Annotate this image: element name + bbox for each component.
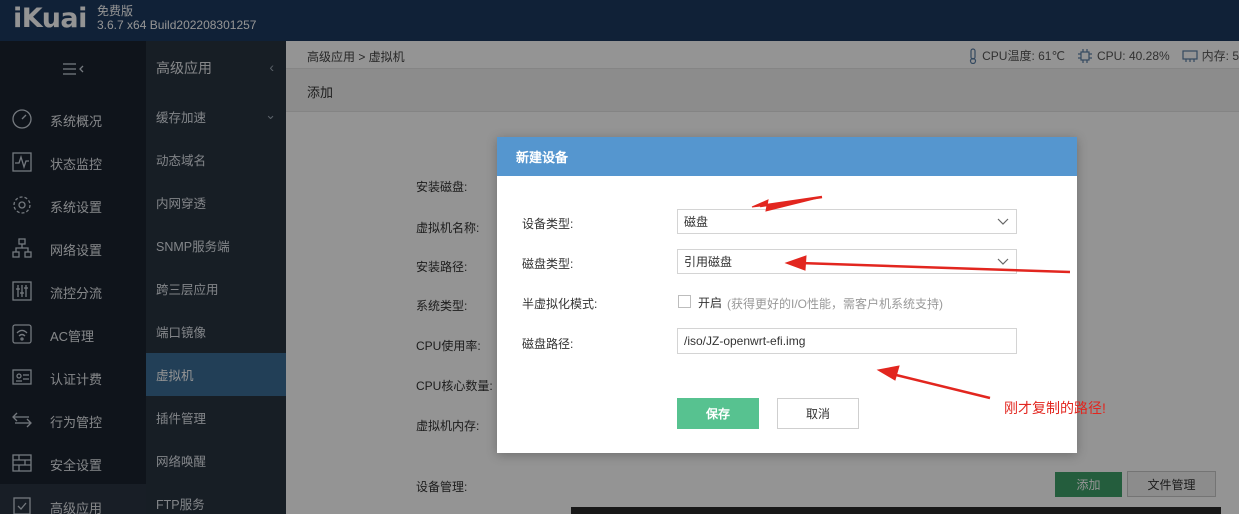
disk-path-input[interactable]: /iso/JZ-openwrt-efi.img [677, 328, 1017, 354]
paravirt-checkbox[interactable] [678, 295, 691, 308]
cancel-button[interactable]: 取消 [777, 398, 859, 429]
device-type-value: 磁盘 [684, 215, 709, 229]
disk-type-select[interactable]: 引用磁盘 [677, 249, 1017, 274]
chevron-down-icon [997, 258, 1009, 265]
disk-path-value: /iso/JZ-openwrt-efi.img [684, 334, 806, 348]
disk-type-value: 引用磁盘 [684, 255, 733, 269]
chevron-down-icon [997, 218, 1009, 225]
device-type-label: 设备类型: [522, 217, 574, 231]
paravirt-hint: (获得更好的I/O性能，需客户机系统支持) [727, 297, 943, 311]
paravirt-label: 半虚拟化模式: [522, 297, 598, 311]
save-button[interactable]: 保存 [677, 398, 759, 429]
device-type-select[interactable]: 磁盘 [677, 209, 1017, 234]
disk-path-label: 磁盘路径: [522, 337, 574, 351]
annotation-text: 刚才复制的路径! [1004, 400, 1106, 416]
dialog-title: 新建设备 [497, 137, 1077, 176]
new-device-dialog: 新建设备 设备类型: 磁盘 磁盘类型: 引用磁盘 半虚拟化模式: 开启 (获得更… [497, 137, 1077, 453]
disk-type-label: 磁盘类型: [522, 257, 574, 271]
paravirt-checkbox-label: 开启 [698, 296, 723, 310]
